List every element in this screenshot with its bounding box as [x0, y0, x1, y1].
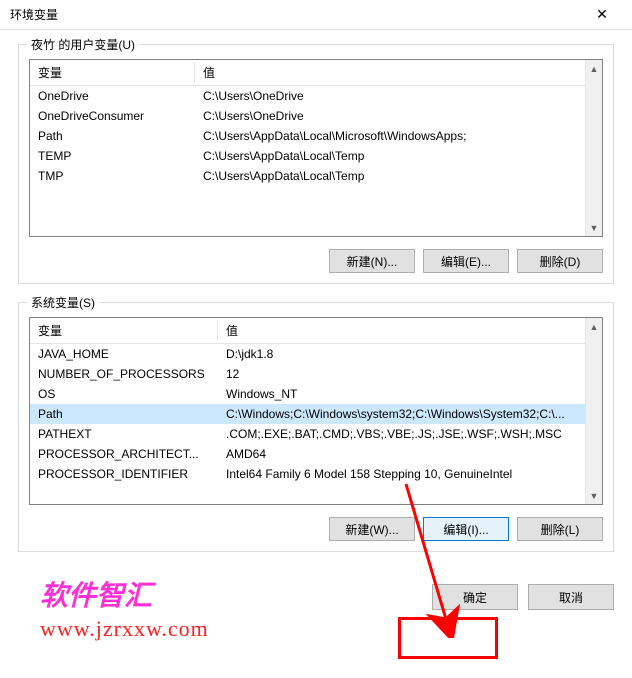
- var-value-cell: D:\jdk1.8: [218, 344, 602, 365]
- scroll-up-icon[interactable]: ▲: [586, 318, 602, 335]
- var-name-cell: NUMBER_OF_PROCESSORS: [30, 364, 218, 384]
- sys-new-button[interactable]: 新建(W)...: [329, 517, 415, 541]
- scroll-down-icon[interactable]: ▼: [586, 219, 602, 236]
- sys-delete-button[interactable]: 删除(L): [517, 517, 603, 541]
- scroll-down-icon[interactable]: ▼: [586, 487, 602, 504]
- scroll-up-icon[interactable]: ▲: [586, 60, 602, 77]
- var-value-cell: C:\Users\AppData\Local\Microsoft\Windows…: [195, 126, 602, 146]
- var-value-cell: .COM;.EXE;.BAT;.CMD;.VBS;.VBE;.JS;.JSE;.…: [218, 424, 602, 444]
- var-value-cell: C:\Users\OneDrive: [195, 86, 602, 107]
- var-value-cell: C:\Users\AppData\Local\Temp: [195, 166, 602, 186]
- user-col-name[interactable]: 变量: [30, 60, 195, 86]
- table-row[interactable]: PROCESSOR_IDENTIFIERIntel64 Family 6 Mod…: [30, 464, 602, 484]
- user-col-value[interactable]: 值: [195, 60, 602, 86]
- var-value-cell: AMD64: [218, 444, 602, 464]
- system-vars-label: 系统变量(S): [27, 294, 99, 311]
- user-new-button[interactable]: 新建(N)...: [329, 249, 415, 273]
- sys-edit-button[interactable]: 编辑(I)...: [423, 517, 509, 541]
- var-name-cell: TMP: [30, 166, 195, 186]
- table-row[interactable]: JAVA_HOMED:\jdk1.8: [30, 344, 602, 365]
- table-row[interactable]: TMPC:\Users\AppData\Local\Temp: [30, 166, 602, 186]
- table-row[interactable]: TEMPC:\Users\AppData\Local\Temp: [30, 146, 602, 166]
- var-name-cell: JAVA_HOME: [30, 344, 218, 365]
- var-name-cell: Path: [30, 126, 195, 146]
- user-edit-button[interactable]: 编辑(E)...: [423, 249, 509, 273]
- var-name-cell: TEMP: [30, 146, 195, 166]
- table-row[interactable]: OSWindows_NT: [30, 384, 602, 404]
- user-vars-label: 夜竹 的用户变量(U): [27, 36, 139, 53]
- titlebar: 环境变量 ✕: [0, 0, 632, 30]
- system-vars-group: 系统变量(S) 变量 值 JAVA_HOMED:\jdk1.8NUMBER_OF…: [18, 302, 614, 552]
- var-name-cell: PROCESSOR_IDENTIFIER: [30, 464, 218, 484]
- var-name-cell: OneDrive: [30, 86, 195, 107]
- cancel-button[interactable]: 取消: [528, 584, 614, 610]
- var-name-cell: OS: [30, 384, 218, 404]
- user-vars-buttons: 新建(N)... 编辑(E)... 删除(D): [29, 249, 603, 273]
- table-row[interactable]: NUMBER_OF_PROCESSORS12: [30, 364, 602, 384]
- var-name-cell: PROCESSOR_ARCHITECT...: [30, 444, 218, 464]
- var-value-cell: 12: [218, 364, 602, 384]
- system-vars-buttons: 新建(W)... 编辑(I)... 删除(L): [29, 517, 603, 541]
- var-value-cell: C:\Users\AppData\Local\Temp: [195, 146, 602, 166]
- system-vars-table-box[interactable]: 变量 值 JAVA_HOMED:\jdk1.8NUMBER_OF_PROCESS…: [29, 317, 603, 505]
- user-vars-group: 夜竹 的用户变量(U) 变量 值 OneDriveC:\Users\OneDri…: [18, 44, 614, 284]
- var-name-cell: Path: [30, 404, 218, 424]
- table-row[interactable]: OneDriveC:\Users\OneDrive: [30, 86, 602, 107]
- var-name-cell: PATHEXT: [30, 424, 218, 444]
- user-scrollbar[interactable]: ▲ ▼: [585, 60, 602, 236]
- table-row[interactable]: OneDriveConsumerC:\Users\OneDrive: [30, 106, 602, 126]
- table-row[interactable]: PathC:\Users\AppData\Local\Microsoft\Win…: [30, 126, 602, 146]
- system-vars-table: 变量 值 JAVA_HOMED:\jdk1.8NUMBER_OF_PROCESS…: [30, 318, 602, 484]
- user-vars-table-box[interactable]: 变量 值 OneDriveC:\Users\OneDriveOneDriveCo…: [29, 59, 603, 237]
- dialog-footer: 确定 取消: [0, 580, 632, 624]
- sys-col-value[interactable]: 值: [218, 318, 602, 344]
- var-value-cell: C:\Windows;C:\Windows\system32;C:\Window…: [218, 404, 602, 424]
- var-value-cell: Windows_NT: [218, 384, 602, 404]
- window-title: 环境变量: [10, 6, 582, 23]
- table-row[interactable]: PathC:\Windows;C:\Windows\system32;C:\Wi…: [30, 404, 602, 424]
- user-delete-button[interactable]: 删除(D): [517, 249, 603, 273]
- user-vars-table: 变量 值 OneDriveC:\Users\OneDriveOneDriveCo…: [30, 60, 602, 186]
- var-value-cell: C:\Users\OneDrive: [195, 106, 602, 126]
- sys-scrollbar[interactable]: ▲ ▼: [585, 318, 602, 504]
- sys-col-name[interactable]: 变量: [30, 318, 218, 344]
- table-row[interactable]: PATHEXT.COM;.EXE;.BAT;.CMD;.VBS;.VBE;.JS…: [30, 424, 602, 444]
- dialog-content: 夜竹 的用户变量(U) 变量 值 OneDriveC:\Users\OneDri…: [0, 30, 632, 580]
- var-value-cell: Intel64 Family 6 Model 158 Stepping 10, …: [218, 464, 602, 484]
- var-name-cell: OneDriveConsumer: [30, 106, 195, 126]
- table-row[interactable]: PROCESSOR_ARCHITECT...AMD64: [30, 444, 602, 464]
- ok-button[interactable]: 确定: [432, 584, 518, 610]
- close-icon[interactable]: ✕: [582, 1, 622, 29]
